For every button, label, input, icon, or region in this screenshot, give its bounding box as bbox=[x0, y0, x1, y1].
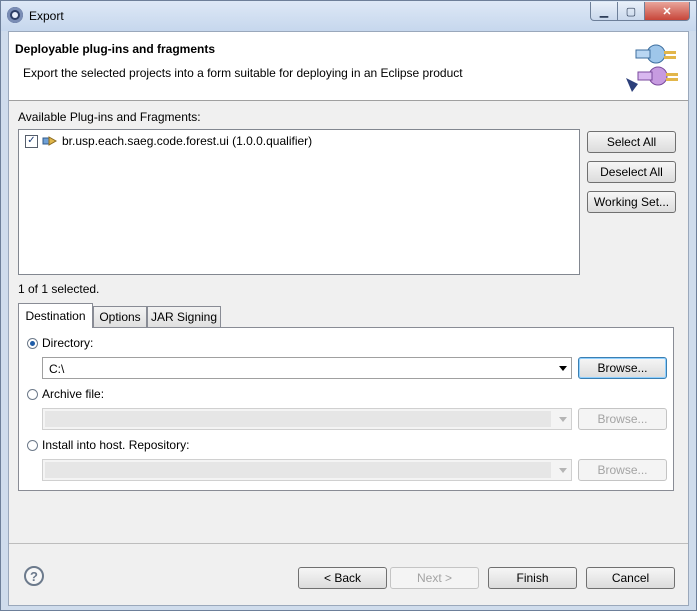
available-label: Available Plug-ins and Fragments: bbox=[18, 110, 201, 124]
header-description: Export the selected projects into a form… bbox=[23, 66, 463, 80]
dialog-client: Deployable plug-ins and fragments Export… bbox=[8, 31, 689, 606]
plugin-export-icon bbox=[626, 44, 678, 92]
tab-destination[interactable]: Destination bbox=[18, 303, 93, 328]
select-all-button[interactable]: Select All bbox=[587, 131, 676, 153]
working-set-button[interactable]: Working Set... bbox=[587, 191, 676, 213]
list-item[interactable]: ✓ br.usp.each.saeg.code.forest.ui (1.0.0… bbox=[25, 134, 312, 148]
deselect-all-button[interactable]: Deselect All bbox=[587, 161, 676, 183]
title-bar: Export ▁ ▢ ✕ bbox=[1, 1, 696, 31]
browse-archive-button[interactable]: Browse... bbox=[578, 408, 667, 430]
browse-repository-button[interactable]: Browse... bbox=[578, 459, 667, 481]
browse-directory-button[interactable]: Browse... bbox=[578, 357, 667, 379]
back-button[interactable]: < Back bbox=[298, 567, 387, 589]
radio-indicator[interactable] bbox=[27, 388, 38, 400]
archive-radio[interactable]: Archive file: bbox=[27, 387, 104, 401]
archive-combo[interactable] bbox=[42, 408, 572, 430]
close-button[interactable]: ✕ bbox=[645, 2, 690, 21]
item-label: br.usp.each.saeg.code.forest.ui (1.0.0.q… bbox=[62, 134, 313, 148]
chevron-down-icon bbox=[559, 417, 567, 422]
plugin-icon bbox=[42, 136, 58, 146]
finish-button[interactable]: Finish bbox=[488, 567, 577, 589]
repository-combo[interactable] bbox=[42, 459, 572, 481]
cancel-button[interactable]: Cancel bbox=[586, 567, 675, 589]
radio-indicator[interactable] bbox=[27, 337, 38, 349]
tab-options[interactable]: Options bbox=[93, 306, 147, 327]
install-radio[interactable]: Install into host. Repository: bbox=[27, 438, 189, 452]
help-icon[interactable]: ? bbox=[24, 566, 44, 586]
export-dialog: Export ▁ ▢ ✕ Deployable plug-ins and fra… bbox=[0, 0, 697, 611]
footer-separator bbox=[9, 543, 688, 544]
directory-label: Directory: bbox=[42, 336, 94, 350]
directory-combo[interactable]: C:\ bbox=[42, 357, 572, 379]
wizard-header: Deployable plug-ins and fragments Export… bbox=[9, 32, 688, 101]
minimize-button[interactable]: ▁ bbox=[590, 2, 618, 21]
radio-indicator[interactable] bbox=[27, 439, 38, 451]
archive-label: Archive file: bbox=[42, 387, 105, 401]
chevron-down-icon[interactable] bbox=[559, 366, 567, 371]
maximize-button[interactable]: ▢ bbox=[618, 2, 645, 21]
tab-jar-signing[interactable]: JAR Signing bbox=[147, 306, 221, 327]
next-button[interactable]: Next > bbox=[390, 567, 479, 589]
destination-panel: Directory: C:\ Browse... Archive file: B… bbox=[18, 327, 674, 491]
chevron-down-icon bbox=[559, 468, 567, 473]
header-title: Deployable plug-ins and fragments bbox=[15, 42, 216, 56]
eclipse-icon bbox=[7, 7, 23, 23]
window-title: Export bbox=[29, 9, 64, 23]
directory-radio[interactable]: Directory: bbox=[27, 336, 93, 350]
plugin-list[interactable]: ✓ br.usp.each.saeg.code.forest.ui (1.0.0… bbox=[18, 129, 580, 275]
selection-status: 1 of 1 selected. bbox=[18, 282, 100, 296]
item-checkbox[interactable]: ✓ bbox=[25, 134, 38, 148]
directory-value: C:\ bbox=[49, 362, 65, 376]
install-label: Install into host. Repository: bbox=[42, 438, 190, 452]
